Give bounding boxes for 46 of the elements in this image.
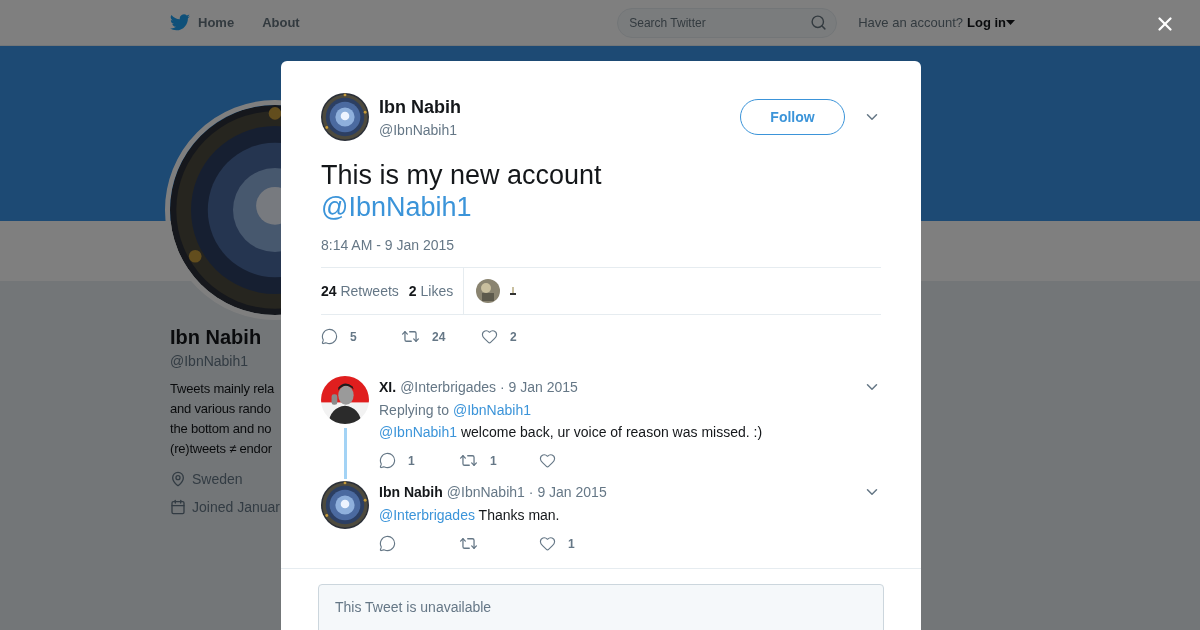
reply-author-name: XI. [379,379,397,395]
replying-to-label: Replying to [379,402,450,418]
reply-text: welcome back, ur voice of reason was missed. :) [460,424,763,440]
heart-icon [481,328,498,345]
thread-line [343,428,347,479]
reply-author-name: Ibn Nabih [379,484,443,500]
reply-author-handle: @Interbrigades [400,379,497,395]
reply-date: · 9 Jan 2015 [528,484,607,500]
reply-button[interactable]: 5 [321,328,401,345]
retweet-button[interactable]: 24 [401,327,481,346]
follow-button[interactable]: Follow [740,99,845,135]
retweet-button[interactable]: 1 [459,451,539,470]
reply-button[interactable]: 1 [379,452,459,469]
calendar-icon [170,499,186,515]
profile-location: Sweden [192,471,243,487]
account-prompt: Have an account? [858,15,963,30]
author-handle: @IbnNabih1 [379,121,459,138]
mention-link[interactable]: @IbnNabih1 [452,402,531,418]
mention-link[interactable]: @IbnNabih1 [379,424,458,440]
stat-link[interactable]: 2 Likes [408,283,454,299]
heart-icon [539,535,556,552]
mention-link[interactable]: @Interbrigades [379,507,475,523]
search-icon [810,13,828,31]
bird-icon [170,14,190,31]
profile-handle: @IbnNabih1 [170,353,249,369]
reply-icon [379,452,396,469]
location-icon [170,471,186,487]
reply-text: Thanks man. [478,507,560,523]
tweet-text: This is my new account @IbnNabih1 [321,159,603,223]
author-name: Ibn Nabih [379,96,461,118]
profile-bio: Tweets mainly rela and various rando the bottom and no (re)tweets ≠ endor [170,380,276,458]
caret-icon [1006,19,1015,26]
login-link[interactable]: Log in [967,15,1015,30]
reply-icon [379,535,396,552]
search-field[interactable]: Search Twitter [617,7,838,38]
like-button[interactable]: 1 [539,535,619,552]
nav-link[interactable]: Home [170,14,235,31]
profile-joined: Joined Januar [192,499,280,515]
profile-name: Ibn Nabih [170,326,262,349]
unavailable-notice: This Tweet is unavailable [318,584,884,630]
reply-icon [321,328,338,345]
reply-date: · 9 Jan 2015 [500,379,578,395]
reply-author-handle: @IbnNabih1 [446,484,525,500]
heart-icon [539,452,556,469]
like-button[interactable]: 2 [481,328,561,345]
nav-link[interactable]: About [262,15,300,30]
